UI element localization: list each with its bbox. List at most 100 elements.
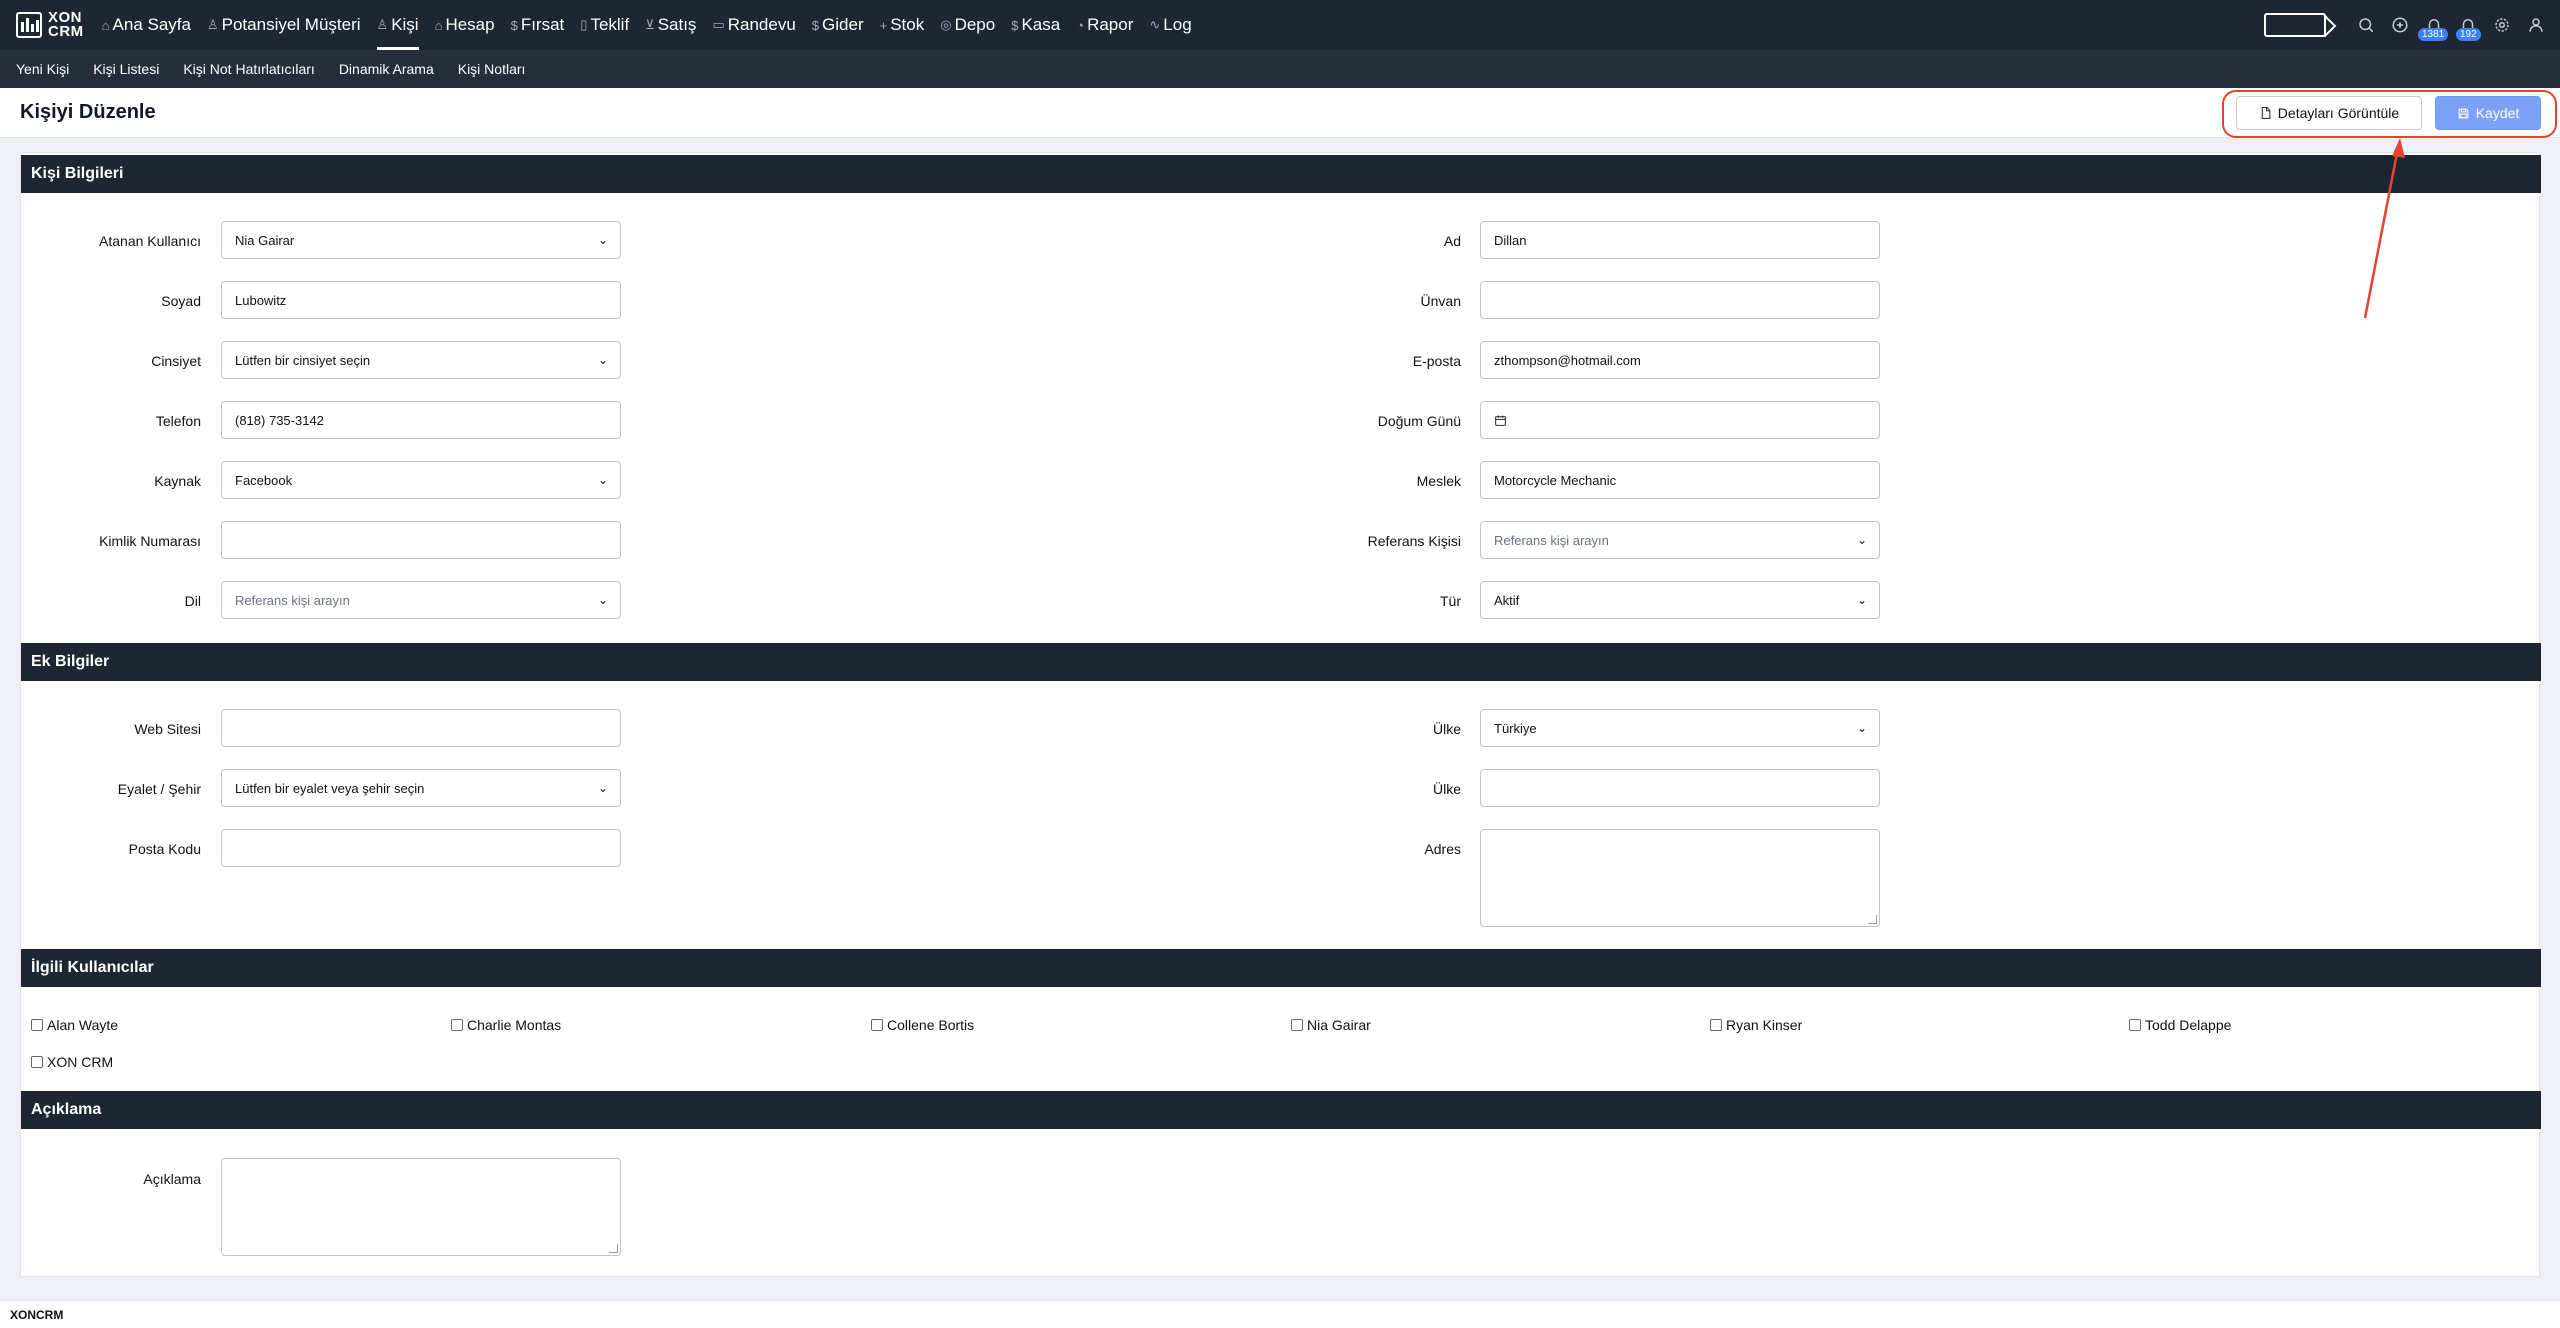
- related-user-checkbox[interactable]: Todd Delappe: [2129, 1017, 2231, 1033]
- occupation-input[interactable]: Motorcycle Mechanic: [1480, 461, 1880, 499]
- users-icon: ♙: [376, 17, 389, 32]
- nav-item-depo[interactable]: ◎ Depo: [940, 0, 995, 50]
- subnav-contact-notes[interactable]: Kişi Notları: [458, 61, 526, 77]
- nav-item-gider[interactable]: $ Gider: [812, 0, 864, 50]
- checkbox-box[interactable]: [31, 1019, 43, 1031]
- source-select[interactable]: Facebook ⌄: [221, 461, 621, 499]
- related-user-checkbox[interactable]: Charlie Montas: [451, 1017, 561, 1033]
- footer-brand: XONCRM: [10, 1308, 64, 1322]
- notification-count-badge: 1381: [2418, 28, 2449, 41]
- postal-code-input[interactable]: [221, 829, 621, 867]
- email-input[interactable]: zthompson@hotmail.com: [1480, 341, 1880, 379]
- plus-icon: +: [879, 17, 888, 33]
- add-circle-icon[interactable]: [2390, 15, 2410, 35]
- nav-item-label: Depo: [954, 15, 996, 34]
- chevron-down-icon: ⌄: [1856, 721, 1867, 735]
- checkbox-box[interactable]: [31, 1056, 43, 1068]
- last-name-label: Soyad: [161, 293, 201, 309]
- user-profile-icon[interactable]: [2526, 15, 2546, 35]
- occupation-label: Meslek: [1416, 473, 1461, 489]
- nav-item-log[interactable]: ∿ Log: [1149, 0, 1191, 50]
- state-city-select[interactable]: Lütfen bir eyalet veya şehir seçin ⌄: [221, 769, 621, 807]
- dollar-icon: $: [510, 17, 518, 33]
- related-user-label: XON CRM: [47, 1054, 114, 1070]
- search-icon[interactable]: [2356, 15, 2376, 35]
- nav-item-ana-sayfa[interactable]: ⌂ Ana Sayfa: [102, 0, 191, 50]
- subnav-new-contact[interactable]: Yeni Kişi: [16, 61, 69, 77]
- nav-item-hesap[interactable]: ⌂ Hesap: [435, 0, 495, 50]
- section-contact-info: Kişi Bilgileri: [21, 155, 2541, 193]
- checkbox-box[interactable]: [451, 1019, 463, 1031]
- dollar-icon: $: [1011, 17, 1019, 33]
- language-select[interactable]: Referans kişi arayın ⌄: [221, 581, 621, 619]
- country-text-input[interactable]: [1480, 769, 1880, 807]
- related-user-checkbox[interactable]: XON CRM: [31, 1054, 113, 1070]
- country-select[interactable]: Türkiye ⌄: [1480, 709, 1880, 747]
- id-number-label: Kimlik Numarası: [99, 533, 201, 549]
- save-button[interactable]: Kaydet: [2435, 96, 2541, 130]
- subnav-contact-list[interactable]: Kişi Listesi: [93, 61, 159, 77]
- save-label: Kaydet: [2475, 105, 2520, 121]
- address-textarea[interactable]: [1480, 829, 1880, 927]
- description-label: Açıklama: [143, 1171, 201, 1187]
- nav-item-potansiyel-müşteri[interactable]: ♙ Potansiyel Müşteri: [207, 0, 361, 50]
- related-user-checkbox[interactable]: Nia Gairar: [1291, 1017, 1371, 1033]
- user-icon: ♙: [206, 17, 219, 32]
- home-icon: ⌂: [101, 17, 110, 33]
- reference-select[interactable]: Referans kişi arayın ⌄: [1480, 521, 1880, 559]
- alert-count-badge: 192: [2456, 28, 2481, 41]
- assigned-user-select[interactable]: Nia Gairar ⌄: [221, 221, 621, 259]
- occupation-value: Motorcycle Mechanic: [1494, 472, 1617, 488]
- related-user-checkbox[interactable]: Alan Wayte: [31, 1017, 118, 1033]
- checkbox-box[interactable]: [871, 1019, 883, 1031]
- type-select[interactable]: Aktif ⌄: [1480, 581, 1880, 619]
- package-icon: ◎: [940, 17, 952, 32]
- alert-bell-icon[interactable]: 192: [2456, 15, 2481, 41]
- pie-chart-icon: ◔: [1076, 17, 1085, 33]
- description-textarea[interactable]: [221, 1158, 621, 1256]
- nav-item-label: Stok: [890, 15, 925, 34]
- related-user-label: Alan Wayte: [47, 1017, 119, 1033]
- chevron-down-icon: ⌄: [597, 473, 608, 487]
- nav-item-kasa[interactable]: $ Kasa: [1011, 0, 1060, 50]
- notification-bell-icon[interactable]: 1381: [2418, 15, 2449, 41]
- sidebar-toggle-icon[interactable]: [2264, 13, 2326, 37]
- nav-item-teklif[interactable]: ▯ Teklif: [580, 0, 629, 50]
- subnav-dynamic-search[interactable]: Dinamik Arama: [339, 61, 434, 77]
- website-label: Web Sitesi: [134, 721, 201, 737]
- language-label: Dil: [184, 593, 201, 609]
- birthday-input[interactable]: [1480, 401, 1880, 439]
- related-user-checkbox[interactable]: Ryan Kinser: [1710, 1017, 1802, 1033]
- related-user-checkbox[interactable]: Collene Bortis: [871, 1017, 974, 1033]
- checkbox-box[interactable]: [2129, 1019, 2141, 1031]
- phone-input[interactable]: (818) 735-3142: [221, 401, 621, 439]
- nav-item-label: Randevu: [727, 15, 796, 34]
- title-input[interactable]: [1480, 281, 1880, 319]
- nav-item-fırsat[interactable]: $ Fırsat: [511, 0, 565, 50]
- checkbox-box[interactable]: [1710, 1019, 1722, 1031]
- building-icon: ⌂: [434, 17, 443, 33]
- chevron-down-icon: ⌄: [597, 593, 608, 607]
- address-label: Adres: [1424, 841, 1461, 857]
- subnav-note-reminders[interactable]: Kişi Not Hatırlatıcıları: [183, 61, 314, 77]
- checkbox-box[interactable]: [1291, 1019, 1303, 1031]
- gender-select[interactable]: Lütfen bir cinsiyet seçin ⌄: [221, 341, 621, 379]
- website-input[interactable]: [221, 709, 621, 747]
- gender-value: Lütfen bir cinsiyet seçin: [235, 352, 371, 368]
- settings-gear-icon[interactable]: [2492, 15, 2512, 35]
- nav-item-rapor[interactable]: ◔ Rapor: [1076, 0, 1133, 50]
- chevron-down-icon: ⌄: [1856, 533, 1867, 547]
- nav-item-satış[interactable]: ⊻ Satış: [645, 0, 696, 50]
- nav-item-label: Potansiyel Müşteri: [221, 15, 361, 34]
- app-logo[interactable]: XON CRM: [16, 10, 84, 39]
- country-select-label: Ülke: [1432, 721, 1461, 737]
- id-number-input[interactable]: [221, 521, 621, 559]
- dollar-icon: $: [811, 17, 820, 33]
- nav-item-stok[interactable]: + Stok: [880, 0, 925, 50]
- view-details-button[interactable]: Detayları Görüntüle: [2236, 96, 2422, 130]
- first-name-input[interactable]: Dillan: [1480, 221, 1880, 259]
- first-name-value: Dillan: [1494, 232, 1527, 248]
- nav-item-kişi[interactable]: ♙ Kişi: [376, 0, 419, 50]
- last-name-input[interactable]: Lubowitz: [221, 281, 621, 319]
- nav-item-randevu[interactable]: ▭ Randevu: [712, 0, 795, 50]
